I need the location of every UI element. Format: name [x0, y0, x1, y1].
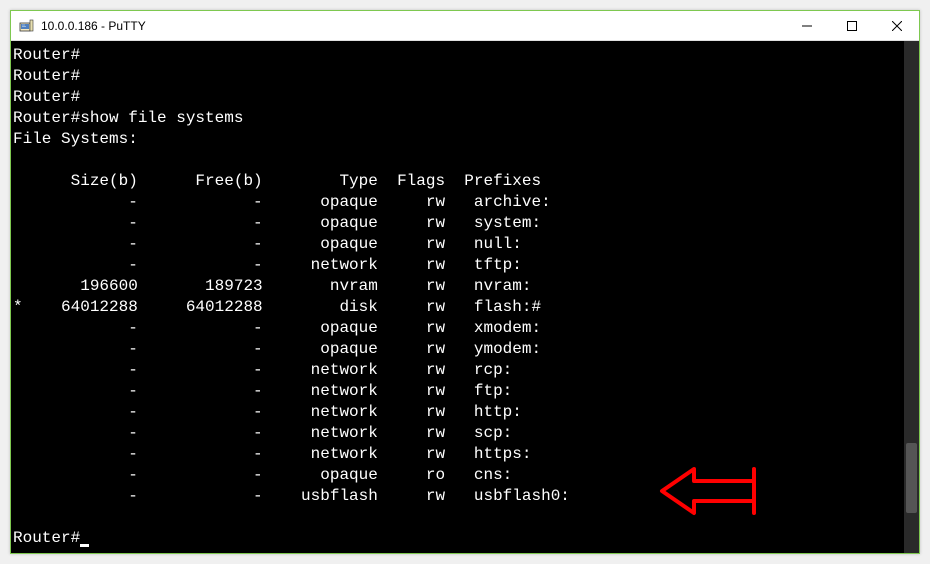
window-title: 10.0.0.186 - PuTTY	[41, 19, 784, 33]
scrollbar-thumb[interactable]	[906, 443, 917, 513]
putty-icon	[19, 18, 35, 34]
window-controls	[784, 11, 919, 40]
cursor	[80, 544, 89, 547]
titlebar[interactable]: 10.0.0.186 - PuTTY	[11, 11, 919, 41]
terminal[interactable]: Router# Router# Router# Router#show file…	[11, 41, 919, 553]
close-button[interactable]	[874, 11, 919, 40]
minimize-button[interactable]	[784, 11, 829, 40]
maximize-button[interactable]	[829, 11, 874, 40]
scrollbar[interactable]	[904, 41, 919, 553]
putty-window: 10.0.0.186 - PuTTY Router# Router# Route…	[10, 10, 920, 554]
